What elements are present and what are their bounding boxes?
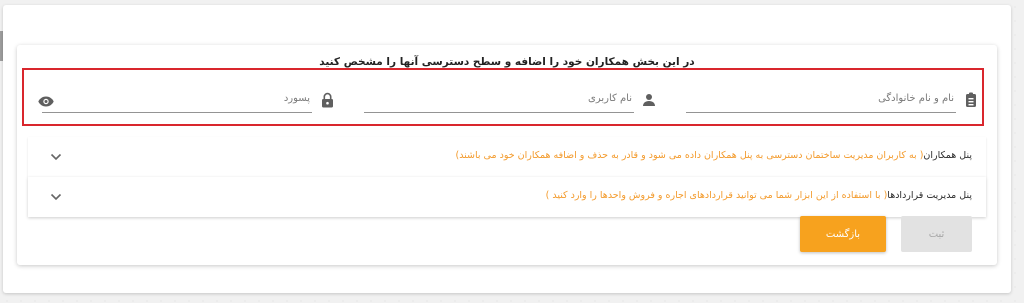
username-field[interactable]: نام کاربری: [364, 89, 660, 117]
full-name-underline: [686, 112, 956, 113]
contracts-panel[interactable]: پنل مدیریت قراردادها( با استفاده از این …: [28, 177, 986, 217]
username-label: نام کاربری: [588, 93, 632, 104]
eye-icon[interactable]: [37, 92, 55, 110]
person-icon: [640, 91, 658, 109]
chevron-down-icon[interactable]: [48, 189, 64, 205]
contracts-panel-description: ( با استفاده از این ابزار شما می توانید …: [545, 190, 888, 201]
badge-icon: [962, 91, 980, 109]
password-label: پسورد: [283, 93, 310, 104]
contracts-panel-title: پنل مدیریت قراردادها: [887, 190, 972, 201]
colleagues-form-card: در این بخش همکاران خود را اضافه و سطح دس…: [17, 45, 997, 265]
password-field[interactable]: پسورد: [42, 89, 338, 117]
chevron-down-icon[interactable]: [48, 149, 64, 165]
colleagues-panel[interactable]: پنل همکاران( به کاربران مدیریت ساختمان د…: [28, 137, 986, 178]
username-underline: [364, 112, 634, 113]
full-name-field[interactable]: نام و نام خانوادگی: [686, 89, 982, 117]
colleagues-panel-title: پنل همکاران: [923, 150, 972, 161]
full-name-label: نام و نام خانوادگی: [878, 93, 954, 104]
lock-icon: [318, 91, 336, 109]
password-underline: [42, 112, 312, 113]
colleagues-panel-text: پنل همکاران( به کاربران مدیریت ساختمان د…: [455, 150, 972, 161]
credentials-fields-box: نام و نام خانوادگی نام کاربری پسورد: [22, 68, 984, 126]
contracts-panel-text: پنل مدیریت قراردادها( با استفاده از این …: [546, 190, 972, 201]
submit-button[interactable]: ثبت: [901, 216, 972, 252]
colleagues-panel-description: ( به کاربران مدیریت ساختمان دسترسی به پن…: [455, 150, 924, 161]
back-button[interactable]: بازگشت: [800, 216, 886, 252]
form-title: در این بخش همکاران خود را اضافه و سطح دس…: [319, 56, 695, 68]
